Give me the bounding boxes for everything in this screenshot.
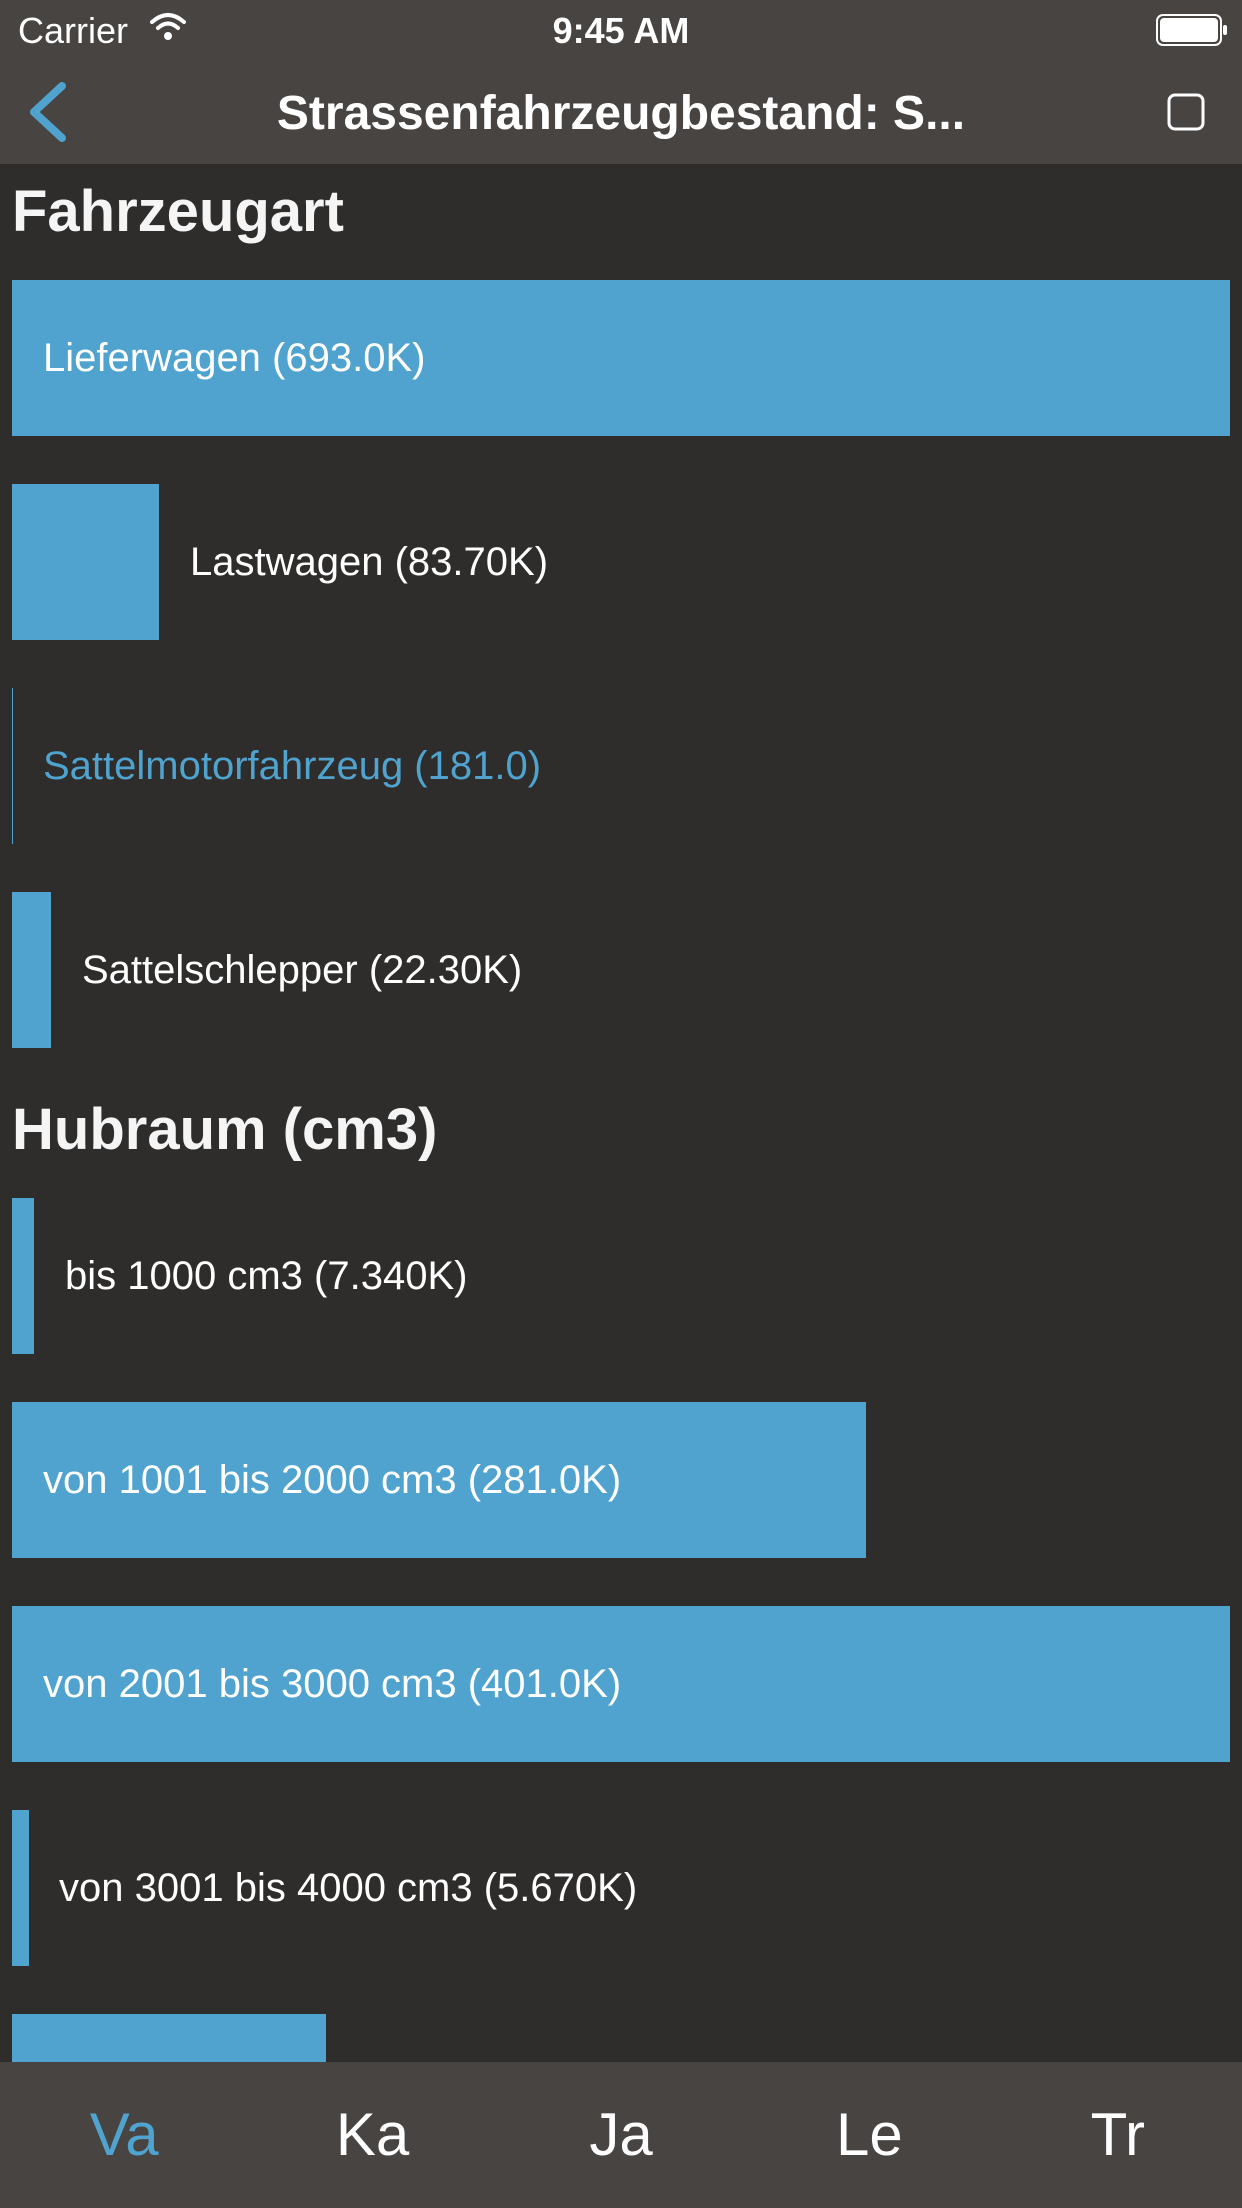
bar-fill bbox=[12, 1810, 30, 1966]
bar-fill bbox=[12, 1198, 34, 1354]
bar-label: Lieferwagen (693.0K) bbox=[43, 336, 426, 380]
chevron-left-icon bbox=[30, 82, 66, 142]
bar-row[interactable]: von 3001 bis 4000 cm3 (5.670K) bbox=[12, 1810, 1230, 1966]
chart-content: Fahrzeugart Lieferwagen (693.0K) Lastwag… bbox=[0, 164, 1242, 2062]
tab-ja[interactable]: Ja bbox=[497, 2062, 745, 2208]
page-title: Strassenfahrzeugbestand: S... bbox=[276, 87, 966, 140]
bar-label: von 1001 bis 2000 cm3 (281.0K) bbox=[43, 1458, 622, 1502]
select-button[interactable] bbox=[1166, 92, 1206, 132]
bar-label: bis 1000 cm3 (7.340K) bbox=[65, 1254, 468, 1298]
bar-row[interactable]: Lastwagen (83.70K) bbox=[12, 484, 1230, 640]
navigation-bar: Strassenfahrzeugbestand: S... bbox=[0, 60, 1242, 164]
bar-fill bbox=[12, 892, 51, 1048]
bar-label: Sattelmotorfahrzeug (181.0) bbox=[43, 744, 542, 788]
back-button[interactable] bbox=[22, 78, 82, 146]
bar-label: Sattelschlepper (22.30K) bbox=[82, 948, 523, 992]
bar-row[interactable]: Sattelmotorfahrzeug (181.0) bbox=[12, 688, 1230, 844]
bar-row[interactable] bbox=[12, 2014, 1230, 2062]
bar-row[interactable]: von 2001 bis 3000 cm3 (401.0K) bbox=[12, 1606, 1230, 1762]
battery-icon bbox=[1156, 14, 1228, 51]
bar-label: von 2001 bis 3000 cm3 (401.0K) bbox=[43, 1662, 622, 1706]
square-icon bbox=[1167, 93, 1205, 131]
status-time: 9:45 AM bbox=[552, 10, 690, 51]
bar-fill bbox=[12, 2014, 327, 2062]
tab-ka[interactable]: Ka bbox=[248, 2062, 496, 2208]
tab-tr[interactable]: Tr bbox=[994, 2062, 1242, 2208]
tab-bar: Va Ka Ja Le Tr bbox=[0, 2062, 1242, 2208]
bar-label: von 3001 bis 4000 cm3 (5.670K) bbox=[59, 1866, 638, 1910]
tab-le[interactable]: Le bbox=[745, 2062, 993, 2208]
bar-row[interactable]: bis 1000 cm3 (7.340K) bbox=[12, 1198, 1230, 1354]
tab-va[interactable]: Va bbox=[0, 2062, 248, 2208]
status-bar: Carrier 9:45 AM bbox=[0, 0, 1242, 60]
bar-row[interactable]: Sattelschlepper (22.30K) bbox=[12, 892, 1230, 1048]
bar-fill bbox=[12, 484, 160, 640]
bar-label: Lastwagen (83.70K) bbox=[190, 540, 549, 584]
bar-row[interactable]: Lieferwagen (693.0K) bbox=[12, 280, 1230, 436]
section-title-fahrzeugart: Fahrzeugart bbox=[12, 179, 344, 244]
section-title-hubraum: Hubraum (cm3) bbox=[12, 1097, 438, 1162]
bar-row[interactable]: von 1001 bis 2000 cm3 (281.0K) bbox=[12, 1402, 1230, 1558]
